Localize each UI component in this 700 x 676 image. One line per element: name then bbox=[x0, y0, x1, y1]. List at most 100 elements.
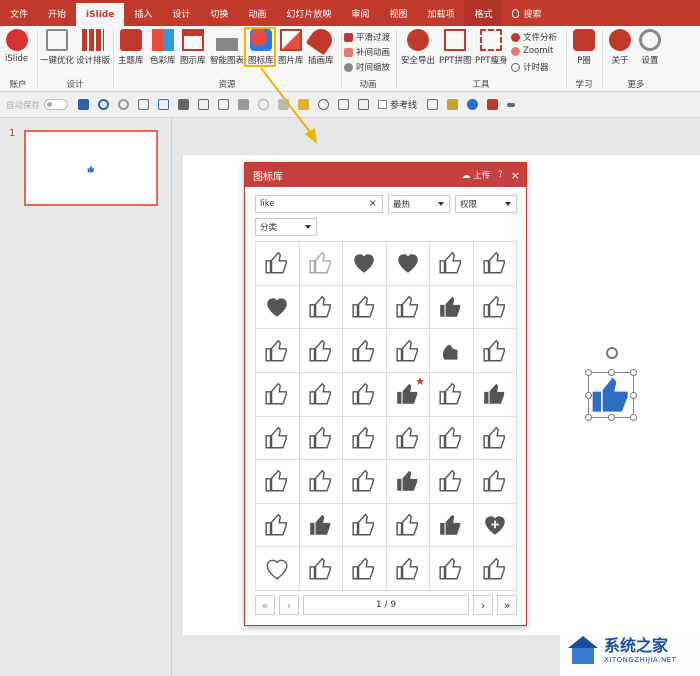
one-click-optimize-button[interactable]: 一键优化 bbox=[40, 29, 74, 66]
fill-color-icon[interactable] bbox=[447, 99, 459, 110]
icon-grid-cell[interactable] bbox=[473, 416, 517, 461]
icon-grid-cell[interactable] bbox=[343, 285, 387, 330]
group-icon[interactable] bbox=[338, 99, 350, 110]
resize-handle[interactable] bbox=[585, 392, 592, 399]
icon-grid-cell[interactable] bbox=[299, 460, 343, 504]
tab-transitions[interactable]: 切换 bbox=[200, 0, 238, 26]
slide-thumbnail[interactable] bbox=[24, 130, 158, 206]
icon-grid-cell[interactable] bbox=[299, 547, 343, 591]
color-library-button[interactable]: 色彩库 bbox=[150, 29, 176, 66]
gridlines-checkbox[interactable] bbox=[378, 100, 388, 109]
icon-grid-cell[interactable] bbox=[256, 372, 300, 417]
icon-grid-cell[interactable] bbox=[430, 285, 474, 330]
islide-account-button[interactable]: iSlide bbox=[5, 29, 28, 64]
icon-grid-cell[interactable] bbox=[386, 547, 430, 591]
resize-handle[interactable] bbox=[630, 369, 637, 376]
icon-grid-cell[interactable]: ★ bbox=[386, 372, 430, 417]
search-input[interactable]: like × bbox=[255, 195, 383, 213]
diagram-library-button[interactable]: 图示库 bbox=[180, 29, 206, 66]
resize-handle[interactable] bbox=[630, 392, 637, 399]
flag-icon[interactable] bbox=[487, 99, 499, 110]
text-box-icon[interactable] bbox=[358, 99, 370, 110]
icon-grid-cell[interactable] bbox=[343, 242, 387, 286]
icon-grid-cell[interactable] bbox=[343, 329, 387, 373]
ppt-slim-button[interactable]: PPT瘦身 bbox=[475, 29, 507, 66]
icon-grid-cell[interactable] bbox=[256, 329, 300, 373]
resize-handle[interactable] bbox=[585, 414, 592, 421]
clear-search-icon[interactable]: × bbox=[369, 198, 377, 209]
icon-grid-cell[interactable] bbox=[386, 285, 430, 330]
icon-grid-cell[interactable] bbox=[343, 416, 387, 461]
icon-grid-cell[interactable] bbox=[386, 416, 430, 461]
icon-grid-cell[interactable] bbox=[473, 372, 517, 417]
icon-grid-cell[interactable] bbox=[343, 372, 387, 417]
distribute-icon[interactable] bbox=[218, 99, 230, 110]
tab-insert[interactable]: 插入 bbox=[124, 0, 162, 26]
icon-grid-cell[interactable] bbox=[386, 242, 430, 286]
icon-grid-cell[interactable] bbox=[386, 460, 430, 504]
selected-thumbs-up-shape[interactable] bbox=[585, 347, 637, 421]
picture-library-button[interactable]: 图片库 bbox=[278, 29, 304, 66]
tab-file[interactable]: 文件 bbox=[0, 0, 38, 26]
theme-library-button[interactable]: 主题库 bbox=[118, 29, 144, 66]
icon-grid-cell[interactable] bbox=[343, 547, 387, 591]
help-icon[interactable] bbox=[467, 99, 479, 110]
picture-format-icon[interactable] bbox=[427, 99, 439, 110]
rotate-handle-icon[interactable] bbox=[606, 347, 618, 359]
tab-format[interactable]: 格式 bbox=[464, 0, 503, 26]
icon-grid-cell[interactable] bbox=[473, 242, 517, 286]
icon-grid-cell[interactable] bbox=[343, 460, 387, 504]
icon-grid-cell[interactable] bbox=[299, 372, 343, 417]
align-icon[interactable] bbox=[178, 99, 190, 110]
tab-islide[interactable]: iSlide bbox=[76, 3, 125, 26]
help-button[interactable]: ? bbox=[498, 170, 503, 180]
zoomit-button[interactable]: ZoomIt bbox=[511, 46, 553, 56]
table-icon[interactable] bbox=[198, 99, 210, 110]
icon-grid-cell[interactable] bbox=[386, 329, 430, 373]
shapes-icon[interactable] bbox=[158, 99, 170, 110]
file-analysis-button[interactable]: 文件分析 bbox=[511, 31, 557, 43]
layout-icon[interactable] bbox=[138, 99, 150, 110]
save-icon[interactable] bbox=[78, 99, 90, 110]
icon-grid-cell[interactable] bbox=[430, 416, 474, 461]
resize-handle[interactable] bbox=[585, 369, 592, 376]
icon-grid-cell[interactable] bbox=[430, 547, 474, 591]
settings-button[interactable]: 设置 bbox=[639, 29, 661, 66]
tab-animations[interactable]: 动画 bbox=[238, 0, 276, 26]
tab-review[interactable]: 审阅 bbox=[341, 0, 379, 26]
tab-slideshow[interactable]: 幻灯片放映 bbox=[276, 0, 341, 26]
icon-grid-cell[interactable] bbox=[299, 285, 343, 330]
icon-grid-cell[interactable] bbox=[473, 503, 517, 548]
icon-grid-cell[interactable] bbox=[256, 460, 300, 504]
icon-grid-cell[interactable] bbox=[299, 503, 343, 548]
icon-grid-cell[interactable] bbox=[430, 460, 474, 504]
resize-handle[interactable] bbox=[608, 369, 615, 376]
icon-grid-cell[interactable] bbox=[256, 285, 300, 330]
icon-grid-cell[interactable] bbox=[473, 285, 517, 330]
arrange-icon[interactable] bbox=[238, 99, 250, 110]
icon-grid-cell[interactable] bbox=[430, 329, 474, 373]
time-scale-button[interactable]: 时间缩放 bbox=[344, 61, 390, 73]
p-circle-button[interactable]: P圈 bbox=[573, 29, 595, 66]
icon-grid-cell[interactable] bbox=[299, 329, 343, 373]
sort-select[interactable]: 最热 bbox=[388, 195, 450, 213]
customize-icon[interactable] bbox=[507, 102, 516, 107]
next-page-button[interactable]: › bbox=[473, 595, 493, 615]
prev-page-button[interactable]: ‹ bbox=[279, 595, 299, 615]
smooth-transition-button[interactable]: 平滑过渡 bbox=[344, 31, 390, 43]
about-button[interactable]: 关于 bbox=[609, 29, 631, 66]
icon-grid-cell[interactable] bbox=[430, 242, 474, 286]
tab-home[interactable]: 开始 bbox=[38, 0, 76, 26]
tween-animation-button[interactable]: 补间动画 bbox=[344, 46, 390, 58]
illustration-library-button[interactable]: 插画库 bbox=[305, 24, 337, 66]
icon-grid-cell[interactable] bbox=[430, 503, 474, 548]
smart-chart-button[interactable]: 智能图表 bbox=[210, 29, 244, 66]
permission-select[interactable]: 权限 bbox=[455, 195, 517, 213]
icon-grid-cell[interactable] bbox=[473, 329, 517, 373]
icon-grid-cell[interactable] bbox=[343, 503, 387, 548]
icon-grid-cell[interactable] bbox=[473, 547, 517, 591]
tab-design[interactable]: 设计 bbox=[162, 0, 200, 26]
undo-icon[interactable] bbox=[98, 99, 110, 110]
tab-addins[interactable]: 加载项 bbox=[417, 0, 464, 26]
last-page-button[interactable]: » bbox=[497, 595, 517, 615]
